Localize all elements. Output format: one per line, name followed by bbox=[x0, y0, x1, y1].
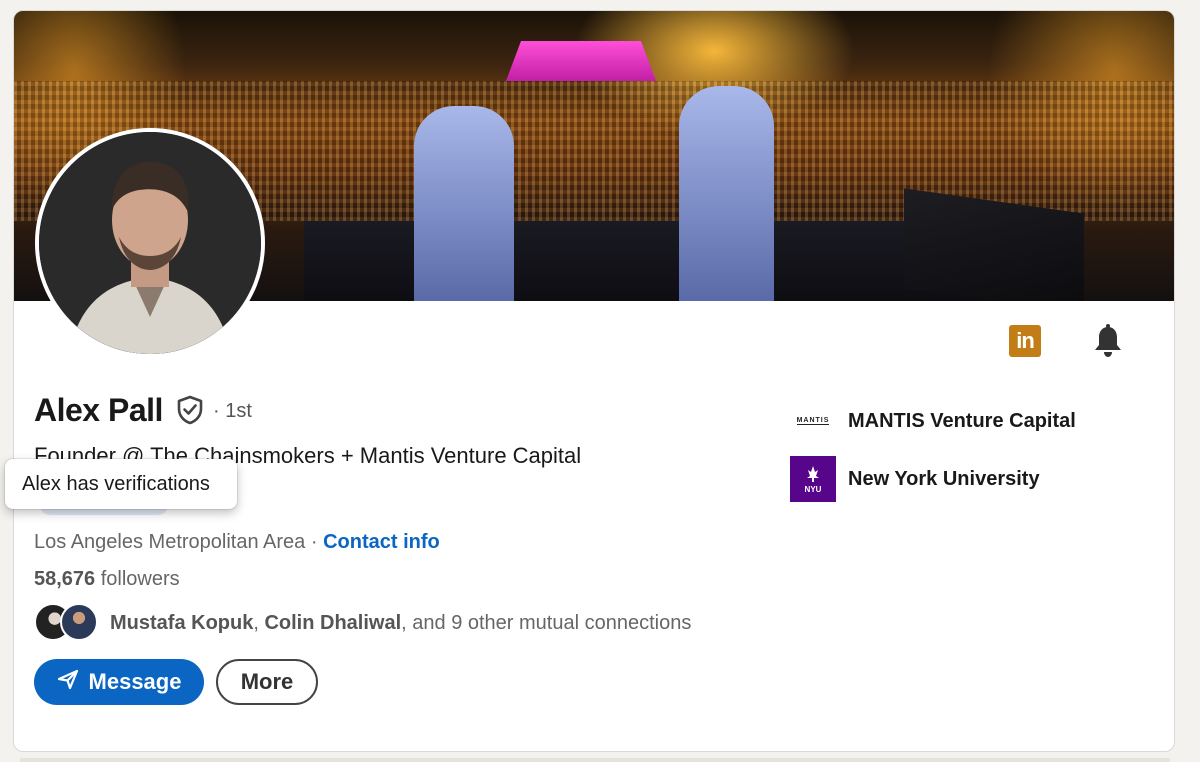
location-text: Los Angeles Metropolitan Area bbox=[34, 531, 306, 553]
contact-info-link[interactable]: Contact info bbox=[323, 531, 440, 553]
followers-count: 58,676 bbox=[34, 568, 96, 590]
message-button[interactable]: Message bbox=[34, 659, 204, 705]
more-button[interactable]: More bbox=[216, 659, 318, 705]
mutual-sep: , bbox=[253, 612, 265, 634]
banner-stage bbox=[304, 221, 1004, 301]
linkedin-icon[interactable]: in bbox=[1009, 325, 1041, 357]
more-button-label: More bbox=[240, 669, 294, 694]
organization-name: New York University bbox=[848, 467, 1040, 490]
mutual-name-1: Mustafa Kopuk bbox=[110, 612, 254, 634]
send-icon bbox=[57, 668, 79, 696]
followers-label: followers bbox=[95, 568, 180, 590]
banner-tent bbox=[506, 41, 656, 81]
mantis-logo: MANTIS bbox=[790, 398, 836, 444]
avatar bbox=[60, 603, 98, 641]
verified-shield-icon[interactable] bbox=[175, 395, 205, 425]
organization-nyu[interactable]: NYU New York University bbox=[790, 456, 1040, 502]
banner-performer-right bbox=[679, 86, 774, 301]
message-button-label: Message bbox=[88, 669, 182, 694]
mantis-logo-text: MANTIS bbox=[796, 417, 830, 425]
profile-name: Alex Pall bbox=[34, 392, 163, 428]
profile-photo[interactable] bbox=[35, 128, 265, 358]
mutual-name-2: Colin Dhaliwal bbox=[264, 612, 402, 634]
profile-card bbox=[13, 10, 1175, 752]
nyu-logo: NYU bbox=[790, 456, 836, 502]
location-separator: · bbox=[305, 531, 324, 553]
location-line: Los Angeles Metropolitan Area · Contact … bbox=[34, 531, 440, 554]
connection-degree: · 1st bbox=[213, 400, 252, 422]
mutual-connections-text[interactable]: Mustafa Kopuk, Colin Dhaliwal, and 9 oth… bbox=[110, 612, 691, 635]
followers-line[interactable]: 58,676 followers bbox=[34, 568, 180, 591]
mutual-connection-avatars[interactable] bbox=[34, 603, 100, 643]
verifications-tooltip: Alex has verifications bbox=[5, 459, 237, 509]
organization-name: MANTIS Venture Capital bbox=[848, 409, 1076, 432]
banner-performer-left bbox=[414, 106, 514, 301]
bell-icon[interactable] bbox=[1092, 324, 1124, 358]
nyu-logo-text: NYU bbox=[804, 484, 822, 494]
mutual-rest: , and 9 other mutual connections bbox=[401, 612, 692, 634]
tooltip-text: Alex has verifications bbox=[22, 472, 210, 495]
organization-mantis[interactable]: MANTIS MANTIS Venture Capital bbox=[790, 398, 1076, 444]
next-card-edge bbox=[20, 758, 1170, 762]
